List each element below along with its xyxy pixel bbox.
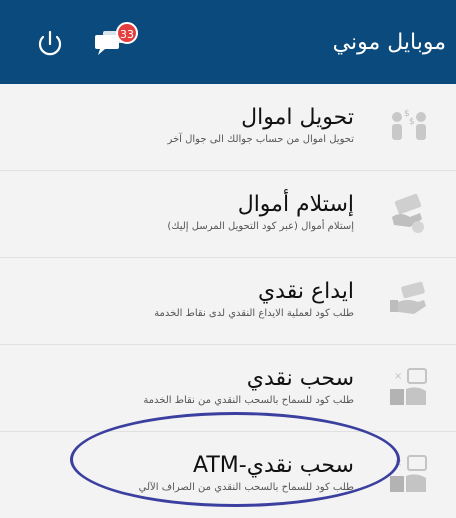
- item-title: سحب نقدي: [246, 366, 354, 391]
- item-text: إستلام أموال إستلام أموال (عبر كود التحو…: [94, 191, 354, 234]
- item-title: ايداع نقدي: [257, 279, 354, 304]
- list-item-atm-withdraw[interactable]: × سحب نقدي-ATM طلب كود للسماح بالسحب الن…: [0, 431, 456, 518]
- svg-text:×: ×: [394, 458, 402, 469]
- power-icon[interactable]: [35, 29, 65, 59]
- item-description: إستلام أموال (عبر كود التحويل المرسل إلي…: [167, 221, 354, 232]
- notification-badge: 33: [116, 22, 138, 44]
- list-item-cash-deposit[interactable]: ايداع نقدي طلب كود لعملية الايداع النقدي…: [0, 257, 456, 344]
- item-text: تحويل اموال تحويل اموال من حساب جوالك ال…: [94, 104, 354, 147]
- list-item-cash-withdraw[interactable]: × سحب نقدي طلب كود للسماح بالسحب النقدي …: [0, 344, 456, 431]
- item-description: طلب كود للسماح بالسحب النقدي من نقاط الخ…: [143, 395, 354, 406]
- app-header: موبايل موني 33: [0, 0, 456, 84]
- item-text: سحب نقدي-ATM طلب كود للسماح بالسحب النقد…: [94, 452, 354, 495]
- receive-money-icon: [392, 193, 424, 233]
- svg-text:×: ×: [394, 371, 402, 382]
- item-text: سحب نقدي طلب كود للسماح بالسحب النقدي من…: [94, 365, 354, 408]
- item-title: تحويل اموال: [241, 105, 354, 130]
- list-item-receive-money[interactable]: إستلام أموال إستلام أموال (عبر كود التحو…: [0, 170, 456, 257]
- cash-withdraw-icon: ×: [390, 368, 427, 405]
- money-transfer-icon: $ $: [392, 109, 426, 140]
- item-description: طلب كود لعملية الايداع النقدي لدى نقاط ا…: [154, 308, 354, 319]
- item-text: ايداع نقدي طلب كود لعملية الايداع النقدي…: [94, 278, 354, 321]
- atm-withdraw-icon: ×: [390, 455, 427, 492]
- services-list: $ $ تحويل اموال تحويل اموال من حساب جوال…: [0, 84, 456, 518]
- svg-text:$: $: [409, 117, 415, 127]
- item-title: إستلام أموال: [237, 192, 354, 217]
- app-title: موبايل موني: [332, 30, 446, 55]
- list-item-money-transfer[interactable]: $ $ تحويل اموال تحويل اموال من حساب جوال…: [0, 84, 456, 170]
- item-title: سحب نقدي-ATM: [193, 453, 354, 478]
- item-description: تحويل اموال من حساب جوالك الى جوال آخر: [167, 134, 354, 145]
- cash-deposit-icon: [390, 281, 426, 314]
- item-description: طلب كود للسماح بالسحب النقدي من الصراف ا…: [138, 482, 354, 493]
